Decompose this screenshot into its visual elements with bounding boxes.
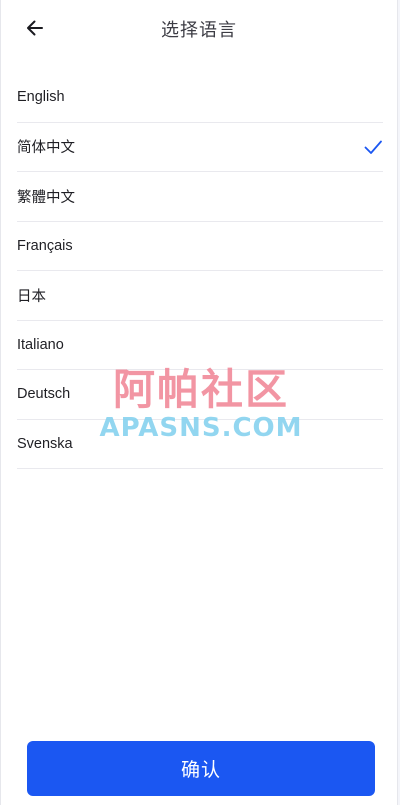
language-item-english[interactable]: English	[17, 73, 383, 123]
language-label: 简体中文	[17, 140, 75, 157]
language-list: English 简体中文 繁體中文 Français 日本 Italiano D…	[17, 73, 383, 469]
confirm-button[interactable]: 确认	[27, 741, 375, 796]
language-item-german[interactable]: Deutsch	[17, 370, 383, 420]
language-item-italian[interactable]: Italiano	[17, 321, 383, 370]
language-label: Français	[17, 237, 73, 254]
language-label: Svenska	[17, 435, 73, 452]
language-item-simplified-chinese[interactable]: 简体中文	[17, 123, 383, 172]
language-label: 日本	[17, 288, 46, 305]
language-item-japanese[interactable]: 日本	[17, 271, 383, 321]
language-label: English	[17, 89, 65, 106]
page-title: 选择语言	[161, 20, 237, 41]
language-label: Italiano	[17, 336, 64, 353]
language-item-traditional-chinese[interactable]: 繁體中文	[17, 172, 383, 222]
language-select-screen: 选择语言 English 简体中文 繁體中文 Français 日本 Itali…	[0, 0, 398, 805]
checkmark-icon	[364, 140, 382, 154]
language-label: 繁體中文	[17, 189, 75, 206]
language-item-french[interactable]: Français	[17, 222, 383, 271]
header: 选择语言	[1, 0, 397, 56]
language-item-swedish[interactable]: Svenska	[17, 420, 383, 469]
language-label: Deutsch	[17, 386, 71, 403]
